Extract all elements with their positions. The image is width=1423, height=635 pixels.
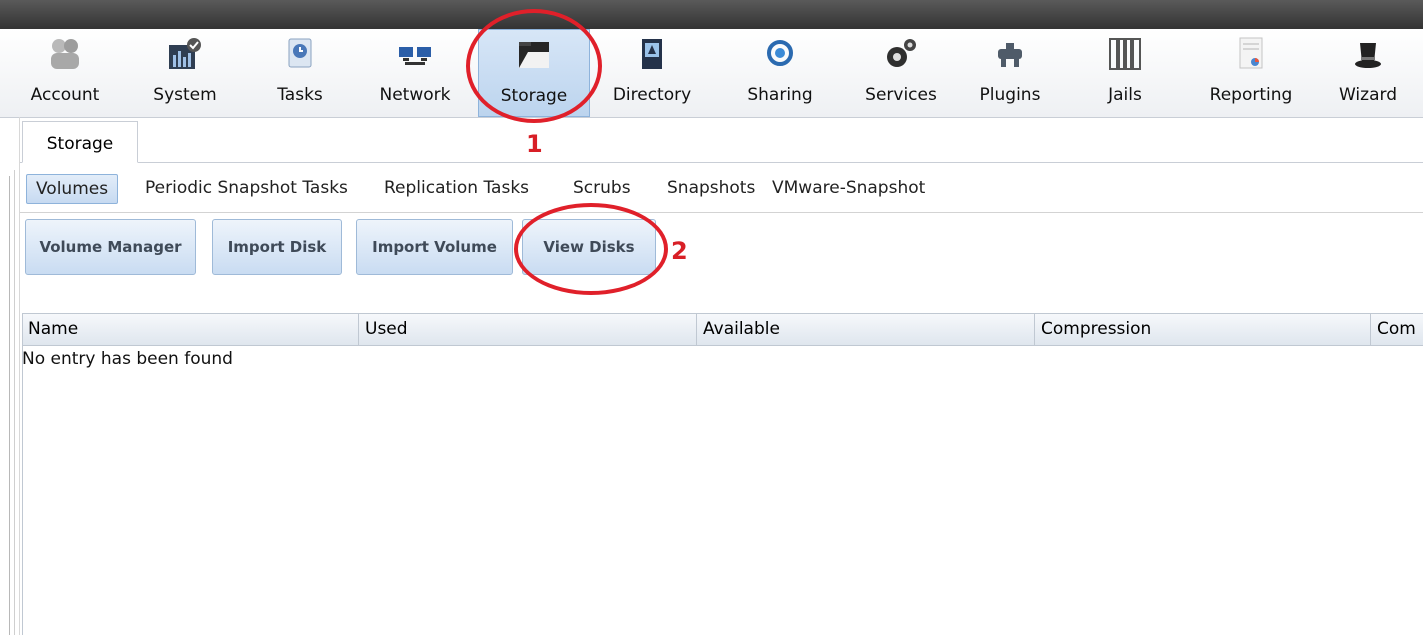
top-bar <box>0 0 1423 29</box>
toolbar-tasks[interactable]: Tasks <box>250 29 350 117</box>
import-volume-button[interactable]: Import Volume <box>356 219 513 275</box>
toolbar-label: Reporting <box>1209 85 1293 105</box>
toolbar-directory[interactable]: Directory <box>596 29 708 117</box>
toolbar-reporting[interactable]: Reporting <box>1195 29 1307 117</box>
empty-table-message: No entry has been found <box>22 349 233 369</box>
tab-storage[interactable]: Storage <box>22 121 138 163</box>
toolbar-plugins[interactable]: Plugins <box>960 29 1060 117</box>
toolbar-jails[interactable]: Jails <box>1075 29 1175 117</box>
volumes-table-header: Name Used Available Compression Com <box>22 313 1423 346</box>
toolbar-label: Wizard <box>1339 85 1397 105</box>
annotation-step-1: 1 <box>526 130 543 158</box>
column-available[interactable]: Available <box>697 314 1035 345</box>
subtab-volumes[interactable]: Volumes <box>26 174 119 204</box>
toolbar-sharing[interactable]: Sharing <box>730 29 830 117</box>
left-border <box>14 170 15 635</box>
toolbar-label: Services <box>865 85 937 105</box>
toolbar-network[interactable]: Network <box>365 29 465 117</box>
toolbar-label: Network <box>379 85 451 105</box>
subtab-snapshots[interactable]: Snapshots <box>667 174 755 204</box>
plugins-icon <box>998 43 1022 67</box>
annotation-circle-storage <box>466 9 602 123</box>
tab-bar <box>20 117 1423 163</box>
main-toolbar: Account System Tasks Network Storage Dir… <box>0 29 1423 118</box>
toolbar-label: Account <box>30 85 100 105</box>
subtab-vmware-snapshot[interactable]: VMware-Snapshot <box>772 174 925 204</box>
toolbar-system[interactable]: System <box>135 29 235 117</box>
subtab-periodic-snapshot-tasks[interactable]: Periodic Snapshot Tasks <box>145 174 348 204</box>
wizard-icon <box>1355 43 1381 68</box>
annotation-circle-view-disks <box>514 203 668 295</box>
services-icon <box>887 39 916 67</box>
column-used[interactable]: Used <box>359 314 697 345</box>
sharing-icon <box>767 40 793 66</box>
network-icon <box>399 47 431 65</box>
left-border <box>9 176 10 635</box>
column-name[interactable]: Name <box>22 314 359 345</box>
toolbar-label: Sharing <box>747 85 813 105</box>
reporting-icon <box>1239 37 1263 69</box>
import-disk-button[interactable]: Import Disk <box>212 219 342 275</box>
subtab-replication-tasks[interactable]: Replication Tasks <box>384 174 529 204</box>
toolbar-services[interactable]: Services <box>845 29 957 117</box>
toolbar-label: System <box>153 85 217 105</box>
toolbar-account[interactable]: Account <box>15 29 115 117</box>
tasks-icon <box>288 38 312 68</box>
toolbar-label: Plugins <box>979 85 1041 105</box>
jails-icon <box>1109 38 1141 70</box>
subtab-scrubs[interactable]: Scrubs <box>573 174 631 204</box>
annotation-step-2: 2 <box>671 237 688 265</box>
toolbar-label: Directory <box>612 85 692 105</box>
column-compression[interactable]: Compression <box>1035 314 1371 345</box>
toolbar-wizard[interactable]: Wizard <box>1318 29 1418 117</box>
directory-icon <box>642 39 662 69</box>
volume-manager-button[interactable]: Volume Manager <box>25 219 196 275</box>
system-icon <box>169 38 201 69</box>
toolbar-label: Tasks <box>277 85 323 105</box>
toolbar-label: Jails <box>1108 85 1142 105</box>
column-compression-ratio[interactable]: Com <box>1371 314 1423 345</box>
account-icon <box>51 39 79 69</box>
